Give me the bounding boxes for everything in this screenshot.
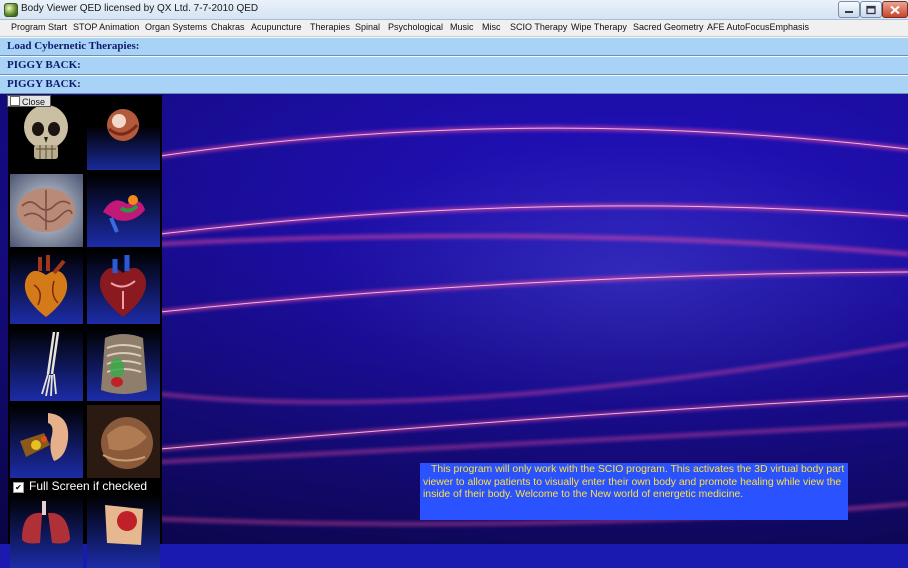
thumbnail-pancreas[interactable] (87, 174, 160, 247)
thumbnail-organ-slice[interactable] (87, 495, 160, 568)
piggy-back-label-1: PIGGY BACK: (7, 59, 81, 71)
maximize-icon (866, 5, 876, 14)
eye-icon (107, 109, 139, 141)
thumbnail-eye[interactable] (87, 97, 160, 170)
thumbnail-arm[interactable] (10, 328, 83, 401)
menu-spinal[interactable]: Spinal (355, 22, 380, 32)
menu-scio-therapy[interactable]: SCIO Therapy (510, 22, 567, 32)
organ-slice-icon (105, 505, 143, 545)
fullscreen-checkbox[interactable]: ✔ Full Screen if checked (10, 478, 151, 494)
close-button-label: Close (22, 97, 46, 107)
arm-bones-icon (41, 331, 60, 397)
window-title: Body Viewer QED licensed by QX Ltd. 7-7-… (21, 3, 259, 14)
close-button[interactable]: Close (7, 95, 51, 107)
close-icon (890, 5, 900, 14)
thumbnail-brain[interactable] (10, 174, 83, 247)
pancreas-icon (103, 195, 145, 233)
heart-icon (24, 255, 68, 317)
menu-program-start[interactable]: Program Start (11, 22, 67, 32)
piggy-back-panel-2[interactable]: PIGGY BACK: (0, 75, 908, 94)
info-message-box: This program will only work with the SCI… (420, 463, 848, 520)
thumbnail-tissue[interactable] (87, 405, 160, 478)
lungs-icon (22, 501, 70, 544)
piggy-back-panel-1[interactable]: PIGGY BACK: (0, 56, 908, 75)
tissue-icon (101, 417, 153, 469)
thumbnail-lungs[interactable] (10, 495, 83, 568)
menu-afe-autofocus[interactable]: AFE AutoFocusEmphasis (707, 22, 809, 32)
thumbnail-torso[interactable] (87, 328, 160, 401)
organ-thumbnail-grid (8, 95, 162, 568)
close-window-button[interactable] (882, 1, 908, 18)
menu-sacred-geometry[interactable]: Sacred Geometry (633, 22, 704, 32)
menu-stop-animation[interactable]: STOP Animation (73, 22, 139, 32)
thumbnail-ear[interactable] (10, 405, 83, 478)
load-therapies-panel[interactable]: Load Cybernetic Therapies: (0, 37, 908, 56)
heart-cross-section-icon (99, 255, 147, 317)
minimize-button[interactable] (838, 1, 860, 18)
window-icon (10, 96, 20, 106)
menu-bar: Program Start STOP Animation Organ Syste… (0, 20, 908, 37)
menu-chakras[interactable]: Chakras (211, 22, 245, 32)
thumbnail-heart-section[interactable] (87, 251, 160, 324)
fullscreen-label: Full Screen if checked (29, 479, 148, 493)
menu-therapies[interactable]: Therapies (310, 22, 350, 32)
torso-ribcage-icon (101, 334, 147, 394)
minimize-icon (845, 10, 853, 13)
brain-icon (17, 188, 75, 232)
menu-music[interactable]: Music (450, 22, 474, 32)
menu-misc[interactable]: Misc (482, 22, 501, 32)
thumbnail-heart[interactable] (10, 251, 83, 324)
checkbox-checked-icon[interactable]: ✔ (13, 482, 24, 493)
menu-acupuncture[interactable]: Acupuncture (251, 22, 302, 32)
app-icon (4, 3, 18, 17)
menu-organ-systems[interactable]: Organ Systems (145, 22, 207, 32)
menu-psychological[interactable]: Psychological (388, 22, 443, 32)
load-therapies-label: Load Cybernetic Therapies: (7, 40, 140, 52)
maximize-button[interactable] (860, 1, 882, 18)
title-bar: Body Viewer QED licensed by QX Ltd. 7-7-… (0, 0, 908, 20)
piggy-back-label-2: PIGGY BACK: (7, 78, 81, 90)
menu-wipe-therapy[interactable]: Wipe Therapy (571, 22, 627, 32)
ear-icon (20, 413, 69, 461)
